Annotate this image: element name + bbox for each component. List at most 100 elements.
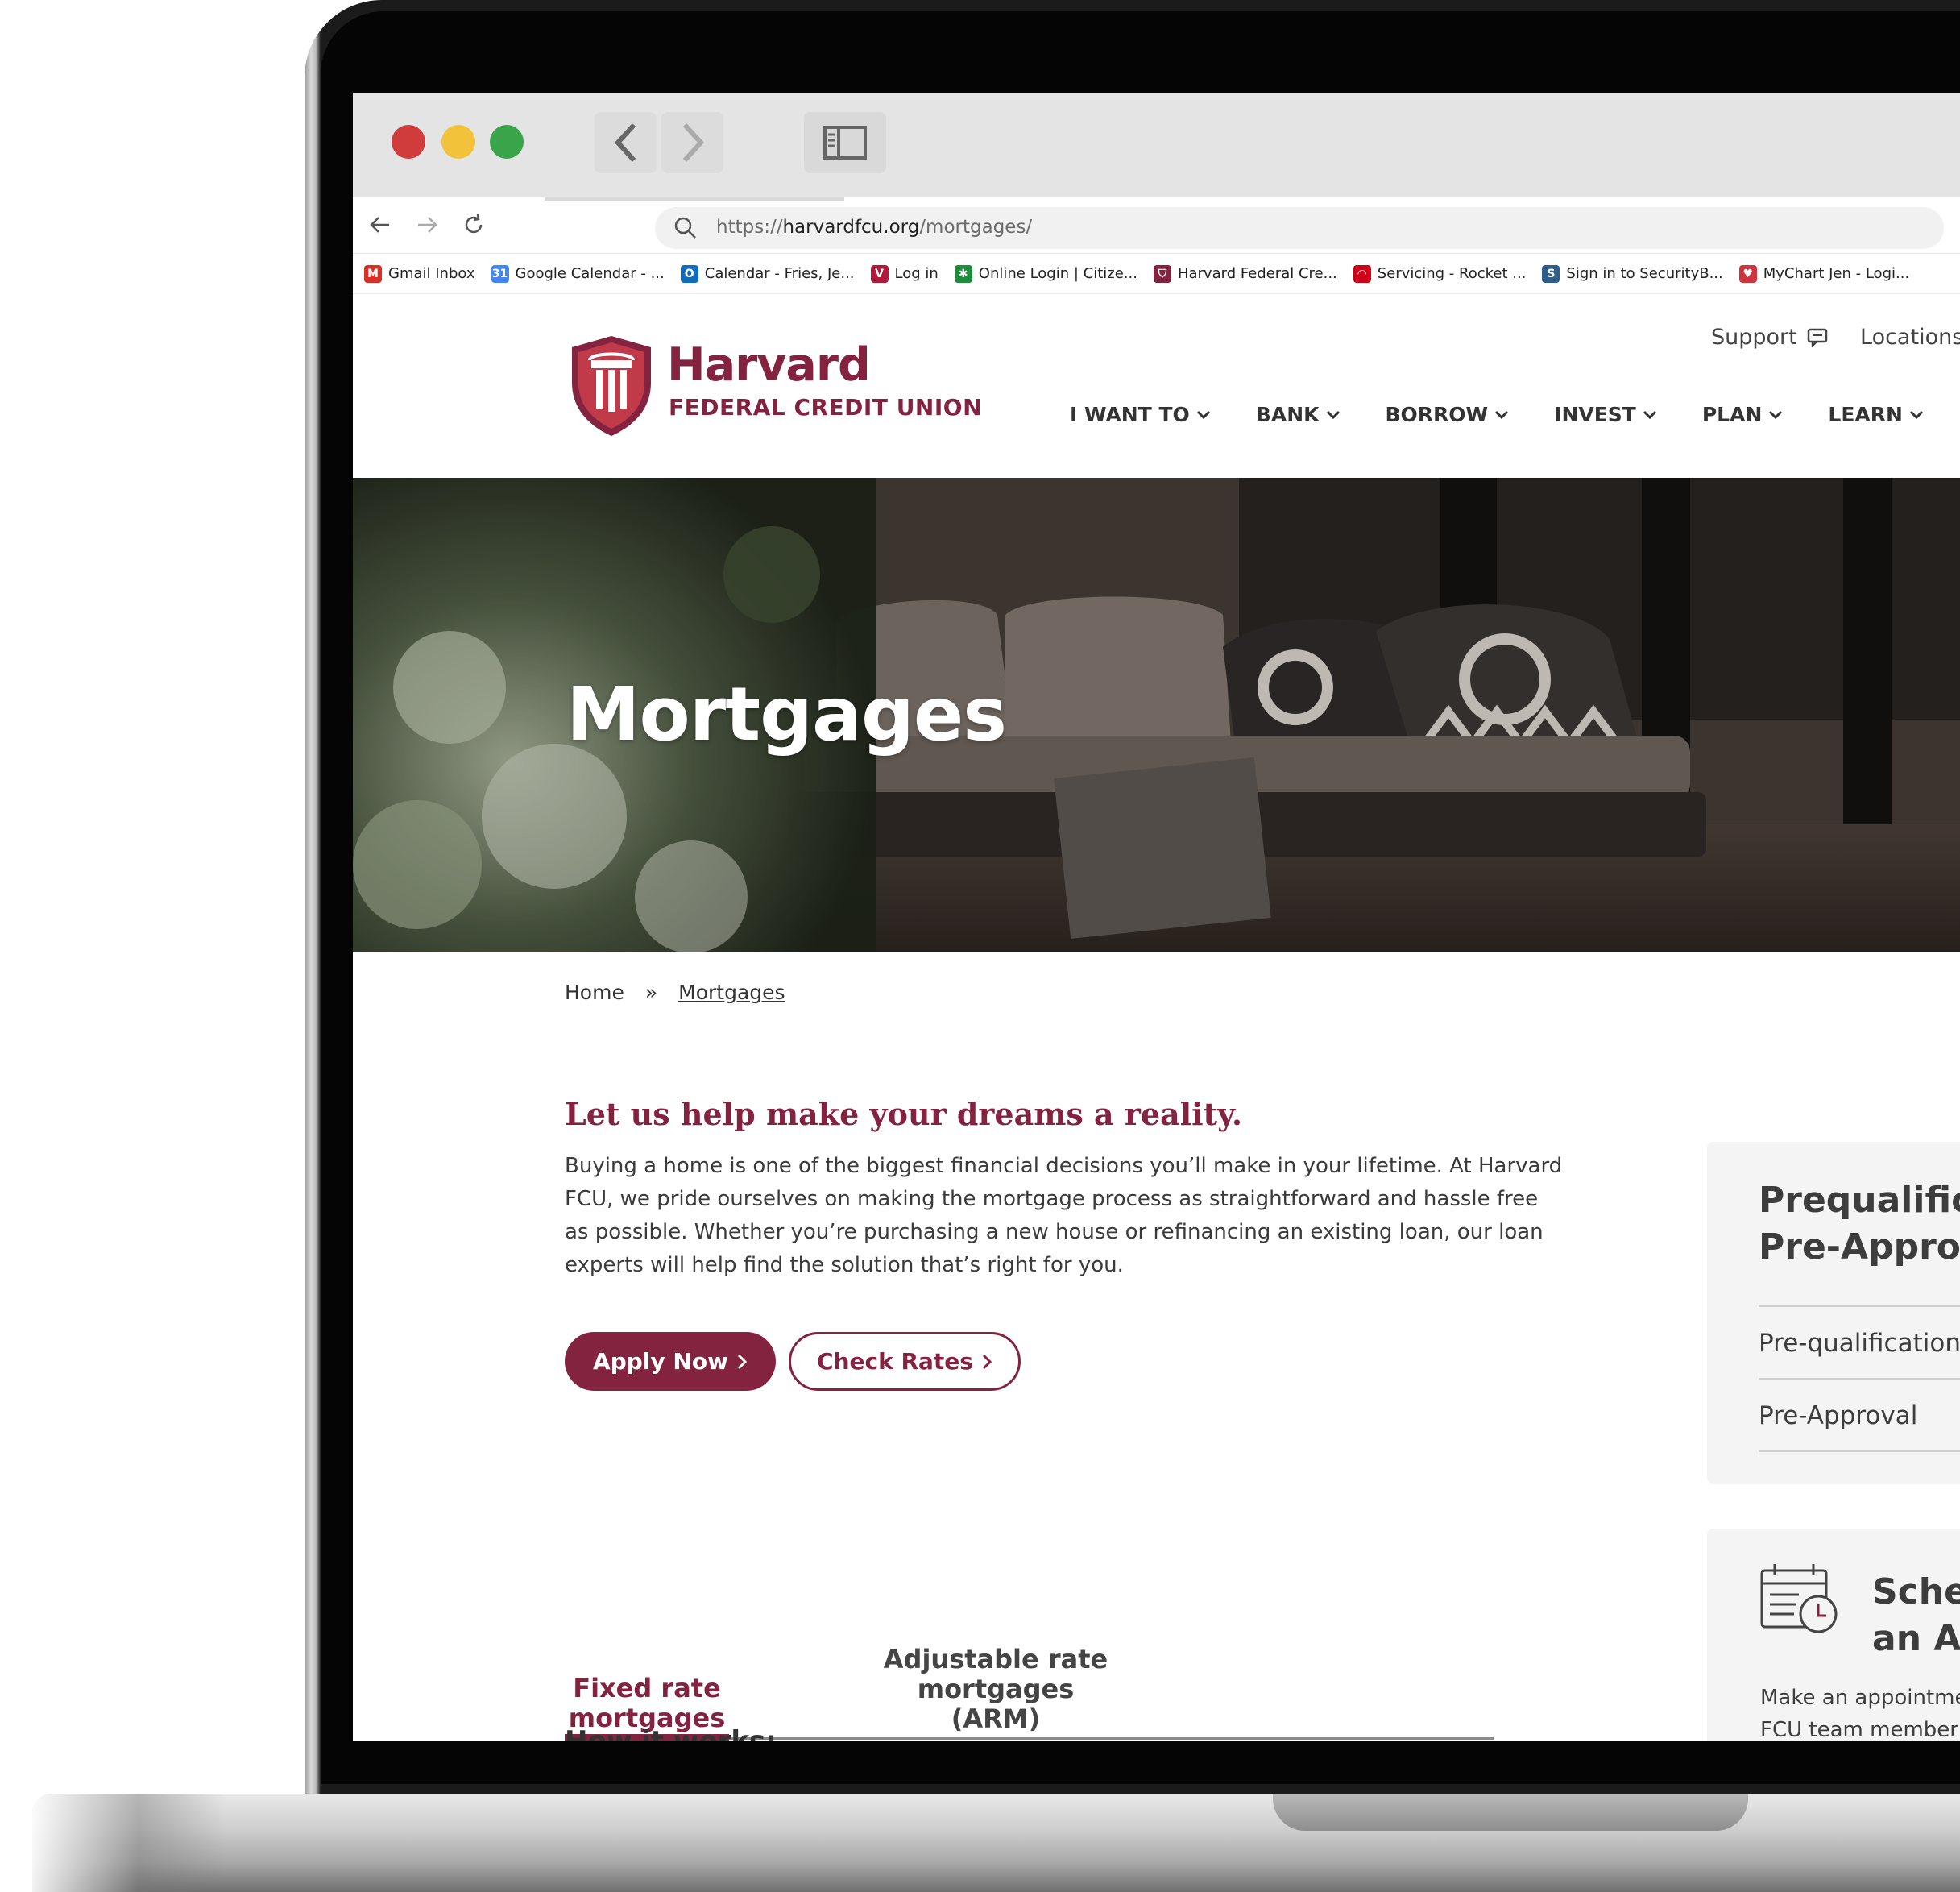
tab-strip bbox=[545, 197, 844, 201]
nav-item-invest[interactable]: INVEST bbox=[1554, 403, 1657, 426]
zoom-window-button[interactable] bbox=[490, 125, 524, 159]
bookmark-item[interactable]: V Log in bbox=[870, 264, 939, 283]
sched-title-line2: an Ap bbox=[1872, 1618, 1960, 1659]
sidebar-toggle-icon[interactable] bbox=[804, 112, 886, 173]
back-arrow-icon[interactable] bbox=[364, 209, 396, 241]
logo-name[interactable]: Harvard bbox=[667, 338, 871, 392]
schedule-panel-title: Sche an Ap bbox=[1872, 1569, 1960, 1662]
breadcrumb-current[interactable]: Mortgages bbox=[678, 981, 785, 1004]
tab-arm-line2: mortgages bbox=[917, 1674, 1075, 1704]
forward-chevron-icon[interactable] bbox=[661, 112, 723, 173]
nav-item-label: LEARN bbox=[1828, 403, 1903, 426]
bookmark-item[interactable]: ⛉ Harvard Federal Cre... bbox=[1153, 264, 1337, 283]
tab-fixed-line1: Fixed rate bbox=[573, 1673, 721, 1703]
tab-arm-line1: Adjustable rate bbox=[883, 1644, 1108, 1674]
google-calendar-icon: 31 bbox=[491, 264, 509, 283]
gmail-icon: M bbox=[364, 264, 382, 283]
tab-adjustable-rate[interactable]: Adjustable rate mortgages (ARM) bbox=[868, 1645, 1123, 1734]
bookmark-label: Calendar - Fries, Je... bbox=[704, 265, 855, 282]
bookmark-item[interactable]: ◠ Servicing - Rocket ... bbox=[1353, 264, 1526, 283]
bookmark-item[interactable]: O Calendar - Fries, Je... bbox=[680, 264, 855, 283]
prequal-title-line2: Pre-Approv bbox=[1759, 1226, 1960, 1268]
schedule-appointment-panel: Sche an Ap Make an appointme FCU team me… bbox=[1707, 1529, 1960, 1741]
how-it-works-heading: How it works: bbox=[565, 1725, 777, 1741]
url-text: https://harvardfcu.org/mortgages/ bbox=[716, 217, 1033, 238]
intro-body: Buying a home is one of the biggest fina… bbox=[565, 1154, 1563, 1277]
bookmark-item[interactable]: ♥ MyChart Jen - Logi... bbox=[1738, 264, 1910, 283]
nav-item-bank[interactable]: BANK bbox=[1256, 403, 1341, 426]
nav-item-label: PLAN bbox=[1701, 403, 1763, 426]
chevron-down-icon bbox=[1326, 410, 1340, 419]
securityb-icon: S bbox=[1542, 264, 1560, 283]
tab-fixed-rate[interactable]: Fixed rate mortgages bbox=[562, 1674, 731, 1733]
nav-item-borrow[interactable]: BORROW bbox=[1386, 403, 1510, 426]
forward-arrow-icon[interactable] bbox=[411, 209, 443, 241]
bookmark-label: Harvard Federal Cre... bbox=[1177, 265, 1337, 282]
calendar-clock-icon bbox=[1760, 1564, 1838, 1633]
prequal-title-line1: Prequalifica bbox=[1759, 1180, 1960, 1221]
rocket-icon: ◠ bbox=[1353, 264, 1371, 283]
v-logo-icon: V bbox=[870, 264, 889, 283]
address-bar[interactable]: https://harvardfcu.org/mortgages/ bbox=[655, 207, 1944, 249]
bookmark-item[interactable]: 31 Google Calendar - ... bbox=[491, 264, 665, 283]
site-header: Harvard FEDERAL CREDIT UNION Support Loc… bbox=[353, 294, 1960, 478]
chevron-down-icon bbox=[1769, 410, 1783, 419]
breadcrumb-home[interactable]: Home bbox=[565, 981, 624, 1004]
tab-arm-line3: (ARM) bbox=[951, 1703, 1041, 1734]
apply-now-button[interactable]: Apply Now bbox=[565, 1332, 776, 1391]
main-nav: I WANT TO BANK BORROW INVEST PLAN LEARN bbox=[1070, 403, 1924, 426]
sched-title-line1: Sche bbox=[1872, 1571, 1960, 1612]
bookmark-label: Google Calendar - ... bbox=[515, 265, 665, 282]
chevron-down-icon bbox=[1909, 410, 1923, 419]
screen: https://harvardfcu.org/mortgages/ M Gmail… bbox=[353, 93, 1960, 1741]
laptop-base-notch bbox=[1273, 1794, 1748, 1831]
bookmark-label: Log in bbox=[894, 265, 939, 282]
schedule-panel-body: Make an appointme FCU team member bbox=[1760, 1682, 1960, 1741]
chevron-down-icon bbox=[1643, 410, 1656, 419]
breadcrumb-separator: » bbox=[644, 981, 658, 1004]
support-link[interactable]: Support bbox=[1711, 325, 1828, 350]
citizens-icon: ✱ bbox=[954, 264, 972, 283]
nav-item-label: BORROW bbox=[1385, 403, 1489, 426]
panel-divider bbox=[1759, 1378, 1960, 1380]
chevron-right-icon bbox=[982, 1354, 992, 1369]
nav-item-learn[interactable]: LEARN bbox=[1828, 403, 1924, 426]
chat-bubble-icon bbox=[1807, 328, 1827, 347]
mychart-icon: ♥ bbox=[1738, 264, 1757, 283]
sched-body-line2: FCU team member bbox=[1760, 1718, 1958, 1741]
back-chevron-icon[interactable] bbox=[595, 112, 657, 173]
harvard-shield-icon: ⛉ bbox=[1153, 264, 1171, 283]
bookmark-item[interactable]: ✱ Online Login | Citize... bbox=[954, 264, 1137, 283]
close-window-button[interactable] bbox=[392, 125, 425, 159]
prequal-panel-title: Prequalifica Pre-Approv bbox=[1759, 1177, 1960, 1271]
hero-title: Mortgages bbox=[566, 671, 1007, 757]
window-titlebar bbox=[353, 93, 1960, 197]
sched-body-line1: Make an appointme bbox=[1760, 1686, 1960, 1710]
intro-heading: Let us help make your dreams a reality. bbox=[565, 1096, 1243, 1132]
logo-subtitle[interactable]: FEDERAL CREDIT UNION bbox=[669, 394, 982, 421]
nav-item-label: I WANT TO bbox=[1070, 403, 1190, 426]
chevron-down-icon bbox=[1495, 410, 1509, 419]
panel-divider bbox=[1759, 1305, 1960, 1307]
locations-link[interactable]: Locations bbox=[1860, 325, 1960, 350]
preapproval-link[interactable]: Pre-Approval bbox=[1759, 1401, 1917, 1430]
bookmark-label: MyChart Jen - Logi... bbox=[1763, 265, 1910, 282]
locations-label: Locations bbox=[1860, 325, 1960, 350]
laptop-base-highlight bbox=[32, 1794, 226, 1892]
check-rates-button[interactable]: Check Rates bbox=[789, 1332, 1021, 1391]
nav-item-i-want-to[interactable]: I WANT TO bbox=[1070, 403, 1211, 426]
history-nav bbox=[595, 112, 723, 173]
bookmark-item[interactable]: S Sign in to SecurityB... bbox=[1542, 264, 1723, 283]
nav-item-plan[interactable]: PLAN bbox=[1702, 403, 1784, 426]
prequalification-link[interactable]: Pre-qualification bbox=[1759, 1329, 1960, 1358]
reload-icon[interactable] bbox=[458, 209, 490, 241]
minimize-window-button[interactable] bbox=[441, 125, 475, 159]
harvard-shield-logo-icon[interactable] bbox=[567, 333, 656, 438]
prequalification-panel: Prequalifica Pre-Approv Pre-qualificatio… bbox=[1707, 1142, 1960, 1484]
nav-item-label: BANK bbox=[1255, 403, 1320, 426]
breadcrumb: Home » Mortgages bbox=[565, 981, 785, 1004]
check-rates-label: Check Rates bbox=[817, 1348, 973, 1375]
bookmark-item[interactable]: M Gmail Inbox bbox=[364, 264, 475, 283]
bookmark-label: Gmail Inbox bbox=[388, 265, 475, 282]
apply-now-label: Apply Now bbox=[593, 1348, 728, 1375]
